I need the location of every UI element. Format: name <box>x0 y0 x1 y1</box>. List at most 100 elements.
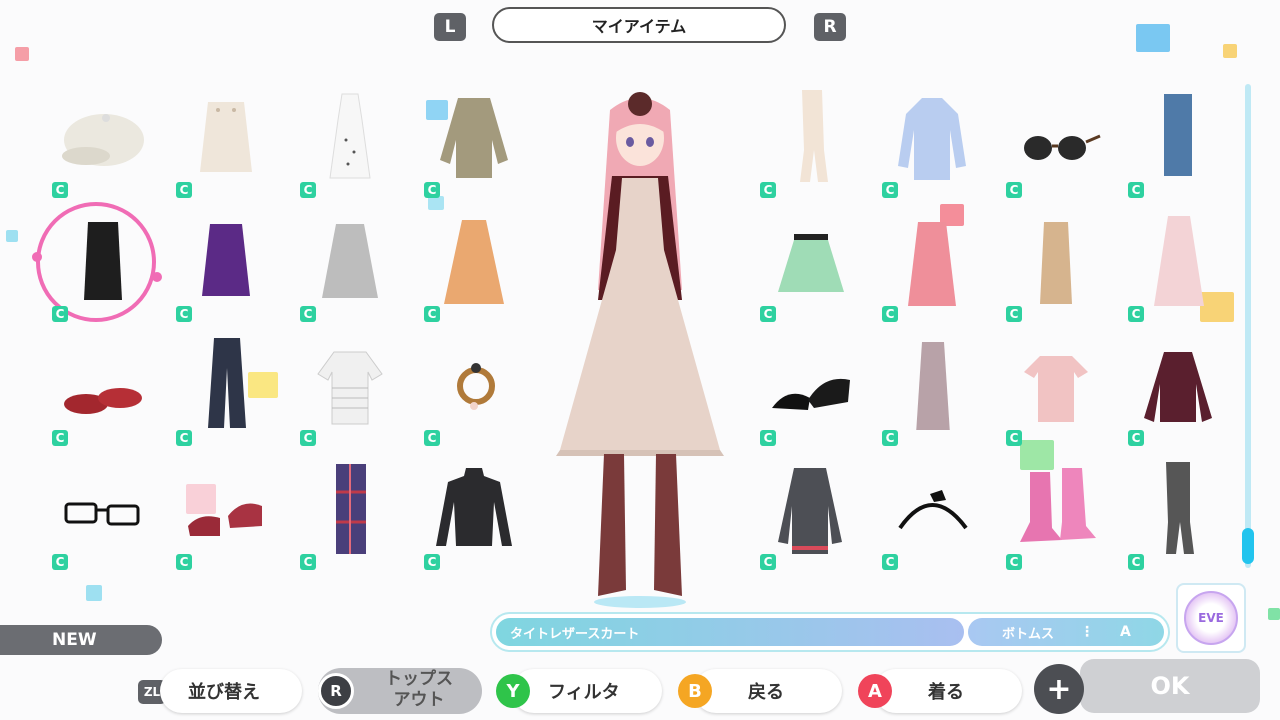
cardigan-icon <box>778 468 842 554</box>
item-slot[interactable]: C <box>872 208 992 328</box>
coordinate-badge-icon: C <box>424 430 440 446</box>
a-button-icon: A <box>858 674 892 708</box>
item-slot[interactable]: C <box>166 332 286 452</box>
item-slot[interactable]: C <box>1118 456 1238 576</box>
deco-cube <box>6 230 18 242</box>
sort-button[interactable]: 並び替え <box>160 669 302 713</box>
coordinate-badge-icon: C <box>52 554 68 570</box>
item-name: タイトレザースカート <box>496 618 964 646</box>
item-category-label: ボトムス <box>1002 626 1055 642</box>
y-button-icon: Y <box>496 674 530 708</box>
coordinate-badge-icon: C <box>424 554 440 570</box>
plus-button-icon[interactable]: + <box>1034 664 1084 714</box>
item-slot[interactable]: C <box>414 456 534 576</box>
tops-out-label: トップス アウト <box>385 669 453 710</box>
item-slot[interactable]: C <box>872 84 992 204</box>
item-slot[interactable]: C <box>414 208 534 328</box>
pleated-skirt-icon <box>1154 216 1204 306</box>
blue-shirt-icon <box>898 98 966 180</box>
item-slot[interactable]: C <box>1118 332 1238 452</box>
glasses-icon <box>64 502 140 526</box>
selection-ring-dot <box>152 272 162 282</box>
coordinate-badge-icon: C <box>300 306 316 322</box>
deco-cube <box>1136 24 1170 52</box>
khaki-jacket-icon <box>440 98 508 178</box>
white-dress-icon <box>329 93 371 179</box>
coordinate-badge-icon: C <box>52 182 68 198</box>
coordinate-badge-icon: C <box>882 430 898 446</box>
item-slot[interactable]: C <box>750 456 870 576</box>
pink-boots-icon <box>1020 468 1096 542</box>
character-preview <box>556 92 724 608</box>
leather-skirt-icon <box>84 222 122 300</box>
item-slot[interactable]: C <box>166 456 286 576</box>
red-flats-icon <box>64 388 142 414</box>
item-slot[interactable]: C <box>32 202 162 328</box>
coordinate-badge-icon: C <box>1128 306 1144 322</box>
coordinate-badge-icon: C <box>882 306 898 322</box>
item-slot[interactable]: C <box>42 456 162 576</box>
item-slot[interactable]: C <box>996 332 1116 452</box>
item-slot[interactable]: C <box>750 332 870 452</box>
item-slot[interactable]: C <box>414 84 534 204</box>
item-slot[interactable]: C <box>750 208 870 328</box>
ring-icon <box>457 363 495 410</box>
deco-cube <box>1223 44 1237 58</box>
pink-skirt-icon <box>908 222 956 306</box>
pantyhose-icon <box>800 90 828 182</box>
item-slot[interactable]: C <box>1118 208 1238 328</box>
l-shoulder-button[interactable]: L <box>434 13 466 41</box>
cream-skirt-icon <box>200 102 252 172</box>
coordinate-badge-icon: C <box>424 306 440 322</box>
coordinate-badge-icon: C <box>760 182 776 198</box>
back-button[interactable]: B 戻る <box>678 669 842 713</box>
item-slot[interactable]: C <box>42 332 162 452</box>
item-slot[interactable]: C <box>166 84 286 204</box>
item-slot[interactable]: C <box>1118 84 1238 204</box>
tops-out-button[interactable]: R トップス アウト <box>318 668 482 714</box>
r-shoulder-button[interactable]: R <box>814 13 846 41</box>
turtleneck-icon <box>436 468 512 546</box>
scrollbar-thumb[interactable] <box>1242 528 1254 564</box>
wide-jeans-icon <box>208 338 246 428</box>
item-slot[interactable]: C <box>42 84 162 204</box>
item-info-bar: タイトレザースカート ボトムス ⋮ A <box>490 612 1170 652</box>
more-options-icon[interactable]: ⋮ <box>1080 624 1094 640</box>
item-slot[interactable]: C <box>996 208 1116 328</box>
item-slot[interactable]: C <box>872 332 992 452</box>
coordinate-badge-icon: C <box>176 182 192 198</box>
coordinate-badge-icon: C <box>760 306 776 322</box>
scrollbar[interactable] <box>1242 84 1254 568</box>
item-slot[interactable]: C <box>872 456 992 576</box>
wear-label: 着る <box>928 682 964 703</box>
coordinate-badge-icon: C <box>1006 306 1022 322</box>
gingham-skirt-icon <box>322 224 378 298</box>
sunglasses-icon <box>1024 134 1101 160</box>
item-slot[interactable]: C <box>996 84 1116 204</box>
coordinate-badge-icon: C <box>300 430 316 446</box>
pink-top-icon <box>1024 356 1088 422</box>
grey-tights-icon <box>1166 462 1194 554</box>
item-slot[interactable]: C <box>290 208 410 328</box>
item-slot[interactable]: C <box>166 208 286 328</box>
ok-button[interactable]: OK <box>1080 659 1260 713</box>
plaid-skirt-icon <box>336 464 366 554</box>
striped-tee-icon <box>317 351 383 425</box>
ok-label: OK <box>1150 672 1190 700</box>
new-tab[interactable]: NEW <box>0 625 162 655</box>
coordinate-badge-icon: C <box>176 430 192 446</box>
purple-skirt-icon <box>202 224 250 296</box>
green-skirt-icon <box>778 234 844 292</box>
coordinate-badge-icon: C <box>176 554 192 570</box>
item-slot[interactable]: C <box>996 456 1116 576</box>
item-slot[interactable]: C <box>290 456 410 576</box>
item-slot[interactable]: C <box>290 84 410 204</box>
item-slot[interactable]: C <box>414 332 534 452</box>
b-button-icon: B <box>678 674 712 708</box>
filter-button[interactable]: Y フィルタ <box>496 669 662 713</box>
item-slot[interactable]: C <box>290 332 410 452</box>
wear-button[interactable]: A 着る <box>858 669 1022 713</box>
eve-button[interactable]: EVE <box>1176 583 1246 653</box>
item-slot[interactable]: C <box>750 84 870 204</box>
coordinate-badge-icon: C <box>424 182 440 198</box>
